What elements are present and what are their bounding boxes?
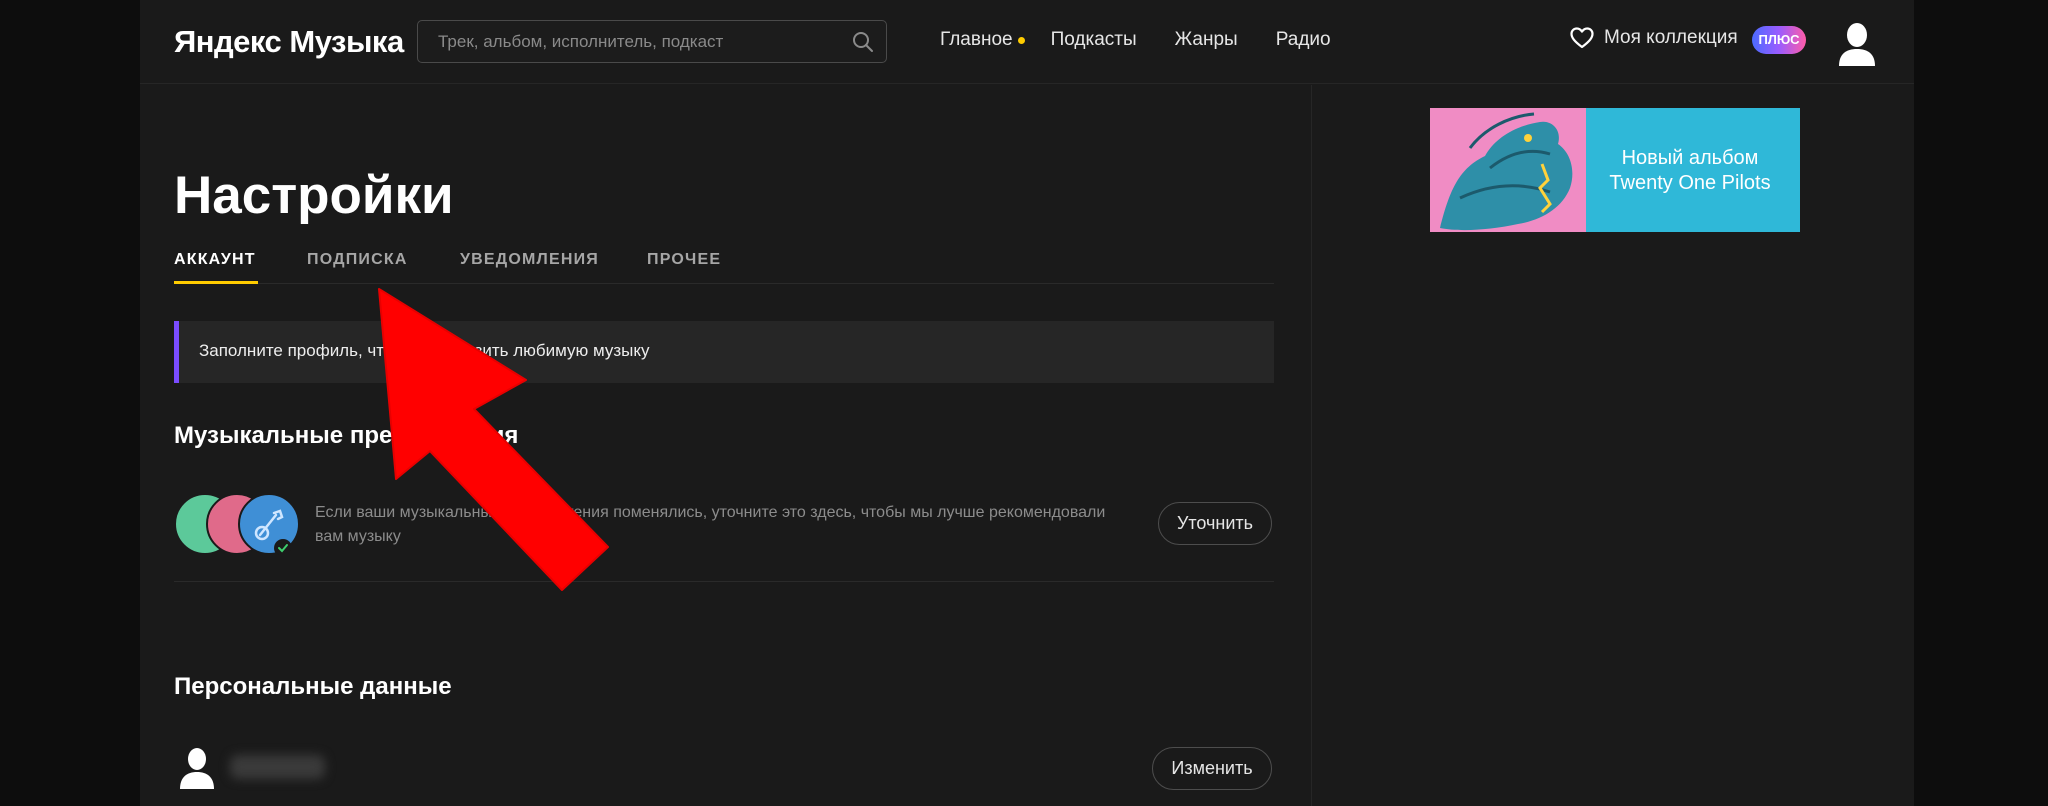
dragon-artwork-icon: [1430, 108, 1586, 232]
nav-item-genres[interactable]: Жанры: [1175, 29, 1238, 51]
profile-notice: Заполните профиль, чтобы отобразить люби…: [174, 321, 1274, 383]
banner-line-2: Twenty One Pilots: [1609, 172, 1771, 194]
user-avatar-icon[interactable]: [1836, 20, 1878, 66]
music-prefs-description: Если ваши музыкальные предпочтения помен…: [315, 504, 1106, 545]
blurred-username: [230, 755, 325, 779]
tab-account[interactable]: АККАУНТ: [174, 251, 256, 269]
notice-text: Заполните профиль, чтобы отобразить люби…: [199, 341, 650, 360]
refine-button[interactable]: Уточнить: [1158, 502, 1272, 545]
personal-data-title: Персональные данные: [174, 673, 452, 700]
tab-subscription[interactable]: ПОДПИСКА: [307, 251, 408, 269]
nav-item-label: Радио: [1275, 29, 1331, 50]
active-tab-underline: [174, 281, 258, 284]
music-prefs-title: Музыкальные предпочтения: [174, 422, 519, 449]
user-icon: [180, 748, 214, 789]
top-header: Яндекс Музыка Главное Подкасты Жанры Рад…: [140, 0, 1914, 84]
edit-button[interactable]: Изменить: [1152, 747, 1272, 790]
section-divider: [174, 581, 1274, 582]
settings-tabs: АККАУНТ ПОДПИСКА УВЕДОМЛЕНИЯ ПРОЧЕЕ: [174, 251, 1274, 284]
search-box[interactable]: [417, 20, 887, 63]
search-input[interactable]: [418, 21, 838, 62]
page-title: Настройки: [174, 166, 454, 225]
check-icon: [274, 539, 292, 557]
heart-icon: [1570, 27, 1594, 49]
nav-item-label: Подкасты: [1050, 29, 1137, 50]
banner-line-1: Новый альбом: [1621, 147, 1759, 169]
my-collection-link[interactable]: Моя коллекция: [1570, 27, 1738, 49]
banner-text: Новый альбом Twenty One Pilots: [1590, 146, 1790, 196]
logo[interactable]: Яндекс Музыка: [174, 24, 404, 60]
main-nav: Главное Подкасты Жанры Радио: [940, 29, 1369, 51]
collection-label: Моя коллекция: [1604, 27, 1738, 48]
nav-item-podcasts[interactable]: Подкасты: [1051, 29, 1137, 51]
search-icon[interactable]: [852, 31, 874, 53]
genre-avatars: [174, 493, 304, 559]
new-indicator-dot: [1017, 37, 1025, 44]
nav-item-main[interactable]: Главное: [940, 29, 1025, 51]
nav-item-radio[interactable]: Радио: [1276, 29, 1331, 51]
promo-banner[interactable]: Новый альбом Twenty One Pilots: [1430, 108, 1800, 232]
app-frame: Яндекс Музыка Главное Подкасты Жанры Рад…: [140, 0, 1914, 806]
tab-notifications[interactable]: УВЕДОМЛЕНИЯ: [460, 251, 599, 269]
nav-item-label: Главное: [940, 29, 1013, 50]
nav-item-label: Жанры: [1174, 29, 1238, 50]
settings-main: Настройки АККАУНТ ПОДПИСКА УВЕДОМЛЕНИЯ П…: [140, 85, 1312, 806]
plus-badge[interactable]: ПЛЮС: [1752, 26, 1806, 54]
tab-other[interactable]: ПРОЧЕЕ: [647, 251, 721, 269]
